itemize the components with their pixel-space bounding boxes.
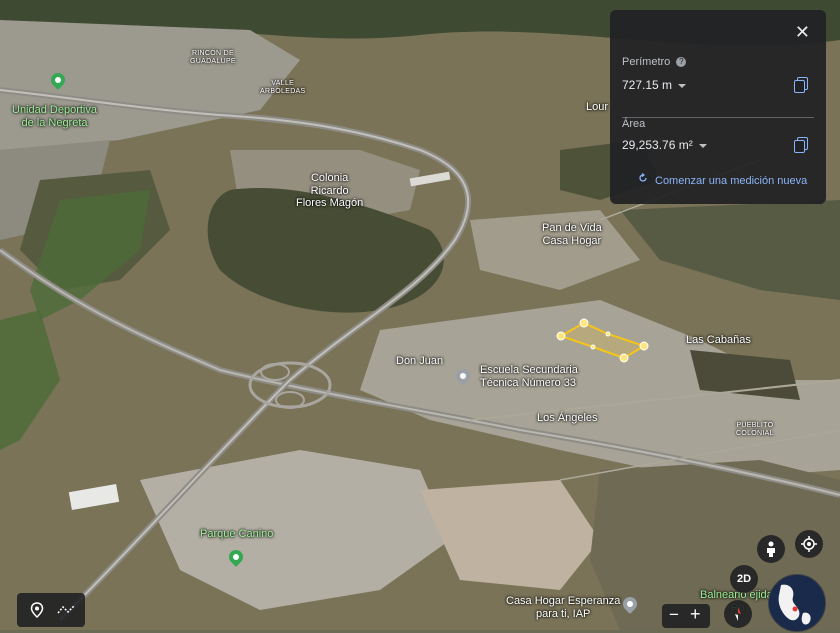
new-measurement-button[interactable]: Comenzar una medición nueva: [655, 175, 807, 187]
close-icon[interactable]: ✕: [795, 22, 810, 43]
area-value: 29,253.76 m²: [622, 138, 693, 152]
refresh-icon[interactable]: [638, 173, 648, 183]
area-unit-select[interactable]: 29,253.76 m²: [622, 138, 707, 152]
copy-perimeter-icon[interactable]: [794, 77, 808, 93]
tool-bar: [17, 593, 85, 627]
place-pan-de-vida[interactable]: Pan de Vida Casa Hogar: [542, 222, 602, 247]
place-casa-hogar-esperanza[interactable]: Casa Hogar Esperanza para ti, IAP: [506, 595, 620, 620]
place-las-cabanas[interactable]: Las Cabañas: [686, 334, 751, 347]
zoom-out-button[interactable]: −: [669, 605, 679, 625]
place-valle-arboledas[interactable]: VALLE ARBOLEDAS: [260, 80, 306, 96]
pegman-icon[interactable]: [757, 535, 785, 563]
zoom-controls: − +: [662, 604, 710, 628]
zoom-in-button[interactable]: +: [690, 604, 701, 625]
globe-icon[interactable]: [768, 574, 826, 632]
my-location-icon[interactable]: [795, 530, 823, 558]
place-los-angeles[interactable]: Los Ángeles: [537, 412, 598, 425]
location-pin-icon[interactable]: [30, 602, 44, 618]
perimeter-unit-select[interactable]: 727.15 m: [622, 78, 687, 92]
place-unidad-deportiva[interactable]: Unidad Deportiva de la Negreta: [12, 104, 97, 129]
perimeter-row: Perímetro?: [622, 56, 687, 68]
place-rincon-de-guadalupe[interactable]: RINCÓN DE GUADALUPE: [190, 50, 236, 66]
help-icon[interactable]: ?: [676, 57, 687, 68]
area-label: Área: [622, 118, 646, 130]
divider: [622, 117, 814, 118]
place-lour[interactable]: Lour: [586, 101, 608, 114]
place-don-juan[interactable]: Don Juan: [396, 355, 443, 368]
perimeter-label: Perímetro: [622, 56, 671, 68]
place-pueblito-colonial[interactable]: PUEBLITO COLONIAL: [736, 422, 774, 438]
place-escuela-secundaria[interactable]: Escuela Secundaria Técnica Número 33: [480, 364, 578, 389]
view-2d-button[interactable]: 2D: [730, 565, 758, 593]
copy-area-icon[interactable]: [794, 137, 808, 153]
chevron-down-icon: [698, 143, 707, 148]
place-parque-canino[interactable]: Parque Canino: [200, 528, 273, 541]
chevron-down-icon: [678, 83, 687, 88]
path-icon[interactable]: [57, 604, 75, 616]
place-colonia-ricardo-flores-magon[interactable]: Colonia Ricardo Flores Magón: [296, 172, 363, 210]
compass-icon[interactable]: [724, 600, 752, 628]
measure-panel: ✕ Perímetro? 727.15 m Área 29,253.76 m² …: [610, 10, 826, 204]
perimeter-value: 727.15 m: [622, 78, 673, 92]
